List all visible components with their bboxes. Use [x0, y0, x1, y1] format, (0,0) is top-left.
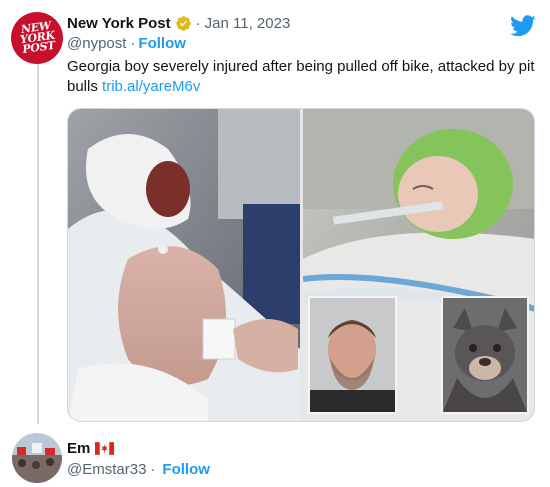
tweet-text: Georgia boy severely injured after being… — [67, 57, 537, 97]
tweet-header: New York Post · Jan 11, 2023 — [67, 13, 290, 33]
tweet-date[interactable]: Jan 11, 2023 — [205, 15, 291, 32]
twitter-bird-icon[interactable] — [510, 15, 536, 37]
thread-connector-line — [37, 62, 39, 424]
avatar[interactable]: NEW YORK POST — [11, 12, 63, 64]
follow-button[interactable]: Follow — [138, 35, 186, 52]
separator-dot: · — [195, 14, 201, 32]
reply-tweet: Em @Emstar33 · Follow — [0, 428, 550, 487]
handle[interactable]: @nypost — [67, 35, 126, 52]
follow-button[interactable]: Follow — [162, 461, 210, 478]
display-name[interactable]: Em — [67, 440, 90, 457]
handle-row: @nypost · Follow — [67, 35, 186, 52]
inset-photo-man[interactable] — [308, 296, 397, 414]
separator-dot: · — [150, 461, 156, 478]
handle-row: @Emstar33 · Follow — [67, 461, 210, 478]
dog-image — [443, 298, 527, 412]
verified-badge-icon — [175, 15, 191, 31]
inset-photo-dog[interactable] — [441, 296, 529, 414]
reply-header: Em — [67, 440, 115, 457]
tweet-media[interactable] — [67, 108, 535, 422]
avatar[interactable] — [12, 433, 62, 483]
reply-avatar-image — [12, 433, 62, 483]
separator-dot: · — [130, 35, 136, 52]
tweet: NEW YORK POST New York Post · Jan 11, 20… — [0, 0, 550, 425]
canada-flag-icon — [95, 442, 115, 455]
handle[interactable]: @Emstar33 — [67, 461, 146, 478]
nypost-logo: NEW YORK POST — [18, 19, 56, 57]
mugshot-image — [310, 298, 395, 412]
hospital-photo-left[interactable] — [68, 109, 300, 422]
tweet-link[interactable]: trib.al/yareM6v — [102, 78, 200, 95]
display-name[interactable]: New York Post — [67, 15, 171, 32]
